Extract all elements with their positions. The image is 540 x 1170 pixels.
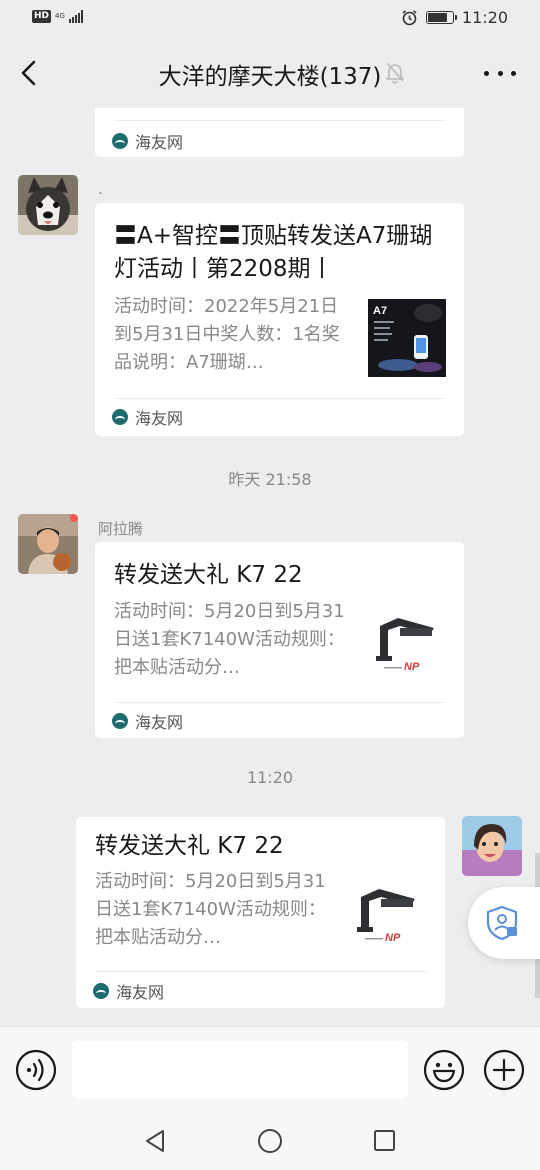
card-thumbnail: A7 <box>368 299 446 377</box>
svg-text:NP: NP <box>404 661 420 673</box>
status-time: 11:20 <box>461 8 508 27</box>
message-card[interactable]: 〓A+智控〓顶贴转发送A7珊瑚灯活动丨第2208期丨 活动时间：2022年5月2… <box>95 203 464 436</box>
svg-text:NP: NP <box>385 932 401 944</box>
card-source-label: 海友网 <box>116 983 165 1002</box>
battery-icon <box>425 11 457 24</box>
square-recent-icon[interactable] <box>373 1129 396 1152</box>
sender-name: . <box>98 180 103 198</box>
input-bar <box>0 1026 540 1110</box>
signal-icon <box>68 10 83 23</box>
network-type: 4G <box>55 12 65 20</box>
avatar-child[interactable] <box>18 514 78 574</box>
card-description: 活动时间：2022年5月21日到5月31日中奖人数：1名奖品说明：A7珊瑚… <box>114 296 340 373</box>
card-description: 活动时间：5月20日到5月31日送1套K7140W活动规则：把本贴活动分… <box>95 871 326 948</box>
circle-home-icon[interactable] <box>257 1128 283 1154</box>
chat-area[interactable]: 海友网 . 〓A+智控〓顶贴转发送A7珊瑚灯活动丨第2208期丨 活动时间：20… <box>0 108 540 1026</box>
card-source: 海友网 <box>112 405 183 429</box>
haiyou-logo-icon <box>112 713 128 729</box>
card-divider <box>114 702 445 703</box>
card-divider <box>114 120 445 121</box>
more-dots-icon[interactable] <box>484 62 516 84</box>
title-wrap: 大洋的摩天大楼(137) <box>0 57 540 91</box>
card-source: 海友网 <box>112 129 183 153</box>
haiyou-logo-icon <box>112 409 128 425</box>
card-thumbnail: NP <box>349 877 427 955</box>
shield-person-icon <box>486 905 518 941</box>
card-source-label: 海友网 <box>135 713 184 732</box>
message-card-self[interactable]: 转发送大礼 K7 22 活动时间：5月20日到5月31日送1套K7140W活动规… <box>76 817 445 1008</box>
card-description: 活动时间：5月20日到5月31日送1套K7140W活动规则：把本贴活动分… <box>114 601 345 678</box>
haiyou-logo-icon <box>112 133 128 149</box>
card-title: 〓A+智控〓顶贴转发送A7珊瑚灯活动丨第2208期丨 <box>114 223 433 282</box>
card-source: 海友网 <box>112 709 183 733</box>
voice-icon[interactable] <box>15 1049 57 1091</box>
card-source-label: 海友网 <box>135 133 184 152</box>
avatar-self[interactable] <box>462 816 522 876</box>
card-source: 海友网 <box>93 979 164 1003</box>
message-card[interactable]: 转发送大礼 K7 22 活动时间：5月20日到5月31日送1套K7140W活动规… <box>95 542 464 738</box>
card-source-label: 海友网 <box>135 409 184 428</box>
alarm-icon <box>402 10 417 26</box>
hd-badge: HD <box>32 10 52 23</box>
triangle-back-icon[interactable] <box>143 1128 167 1154</box>
emoji-icon[interactable] <box>423 1049 465 1091</box>
bell-off-icon <box>386 62 404 84</box>
card-divider <box>95 971 426 972</box>
chat-header: 大洋的摩天大楼(137) <box>0 38 540 108</box>
chat-title: 大洋的摩天大楼(137) <box>158 64 382 90</box>
status-left: HD 4G <box>32 10 83 23</box>
haiyou-logo-icon <box>93 983 109 999</box>
system-nav-bar <box>0 1110 540 1170</box>
timestamp: 11:20 <box>246 768 294 787</box>
card-title: 转发送大礼 K7 22 <box>114 562 303 588</box>
thumb-label: A7 <box>373 305 387 317</box>
message-input[interactable] <box>72 1041 408 1099</box>
plus-circle-icon[interactable] <box>483 1049 525 1091</box>
card-divider <box>114 398 445 399</box>
battery-fill <box>427 13 447 22</box>
message-card-partial[interactable]: 海友网 <box>95 108 464 157</box>
avatar-husky[interactable] <box>18 175 78 235</box>
card-title: 转发送大礼 K7 22 <box>95 833 284 859</box>
timestamp: 昨天 21:58 <box>228 470 312 489</box>
status-right: 11:20 <box>401 8 508 27</box>
card-thumbnail: NP <box>368 606 446 684</box>
sender-name: 阿拉腾 <box>98 520 144 538</box>
security-badge[interactable] <box>468 887 540 959</box>
status-bar: HD 4G 11:20 <box>0 0 540 38</box>
